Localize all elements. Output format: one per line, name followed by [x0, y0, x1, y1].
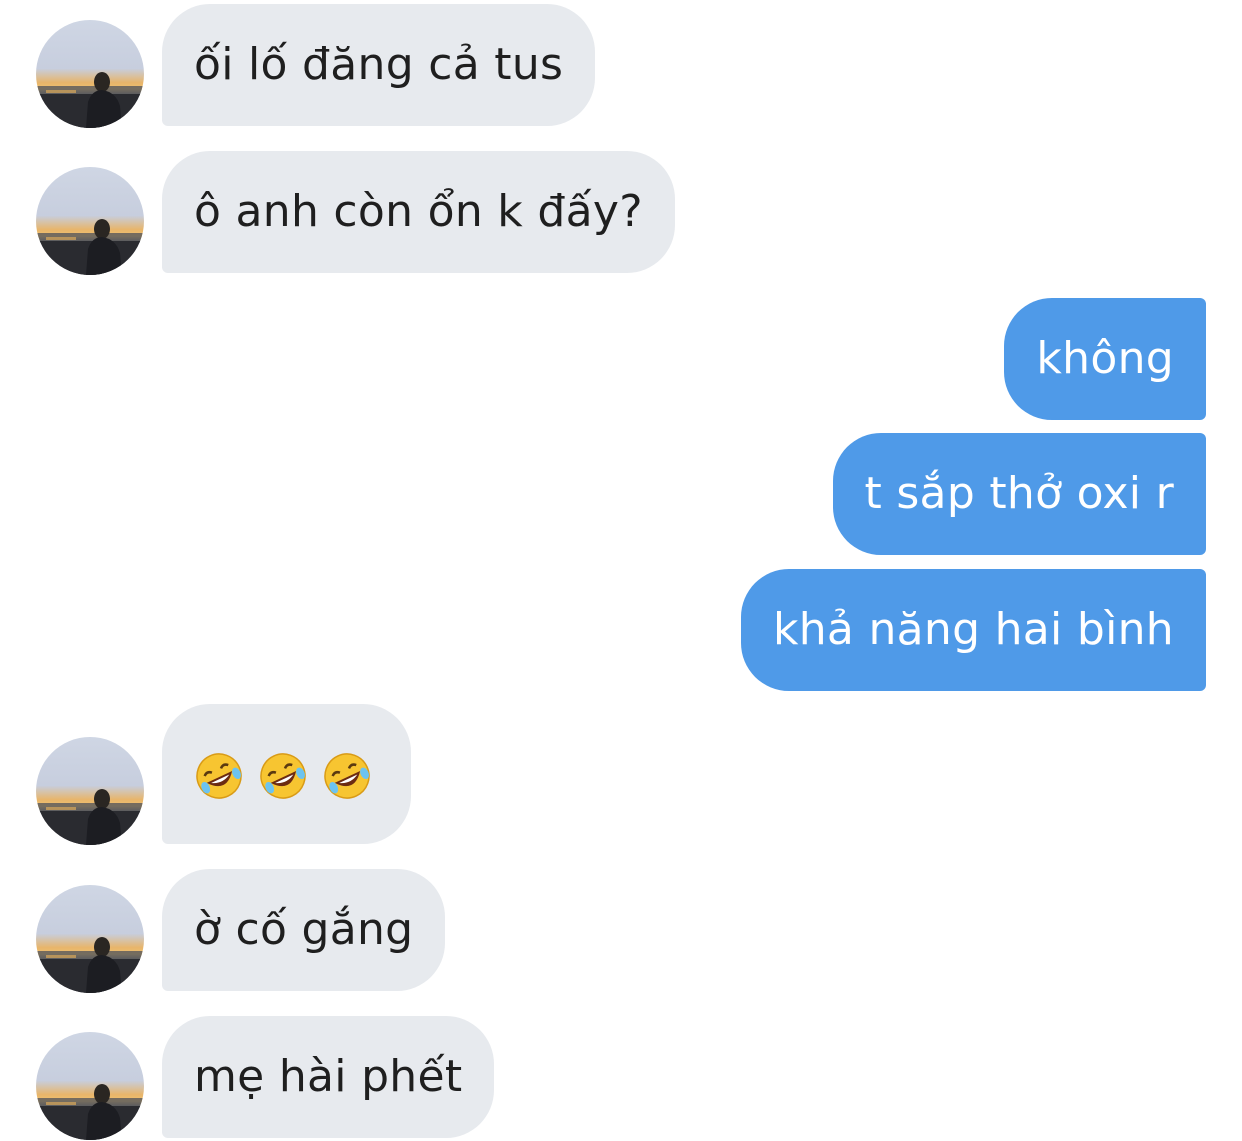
rofl-emoji-icon: [322, 751, 372, 801]
message-bubble-incoming[interactable]: ô anh còn ổn k đấy?: [162, 151, 675, 273]
message-bubble-outgoing[interactable]: t sắp thở oxi r: [832, 433, 1206, 555]
message-bubble-incoming-emoji[interactable]: [162, 704, 411, 844]
avatar-photo-icon: [36, 1032, 144, 1140]
avatar[interactable]: [36, 20, 144, 128]
message-bubble-incoming[interactable]: ối lố đăng cả tus: [162, 4, 596, 126]
avatar-photo-icon: [36, 20, 144, 128]
avatar[interactable]: [36, 167, 144, 275]
rofl-emoji-icon: [258, 751, 308, 801]
rofl-emoji-icon: [194, 751, 244, 801]
avatar-photo-icon: [36, 885, 144, 993]
message-bubble-incoming[interactable]: ờ cố gắng: [162, 869, 446, 991]
avatar-photo-icon: [36, 167, 144, 275]
chat-thread: ối lố đăng cả tus ô anh còn ổn k đấy? kh…: [0, 0, 1242, 1141]
avatar-photo-icon: [36, 737, 144, 845]
avatar[interactable]: [36, 737, 144, 845]
message-bubble-outgoing[interactable]: khả năng hai bình: [740, 569, 1206, 691]
avatar[interactable]: [36, 885, 144, 993]
message-bubble-outgoing[interactable]: không: [1004, 298, 1206, 420]
avatar[interactable]: [36, 1032, 144, 1140]
message-bubble-incoming[interactable]: mẹ hài phết: [162, 1016, 495, 1138]
